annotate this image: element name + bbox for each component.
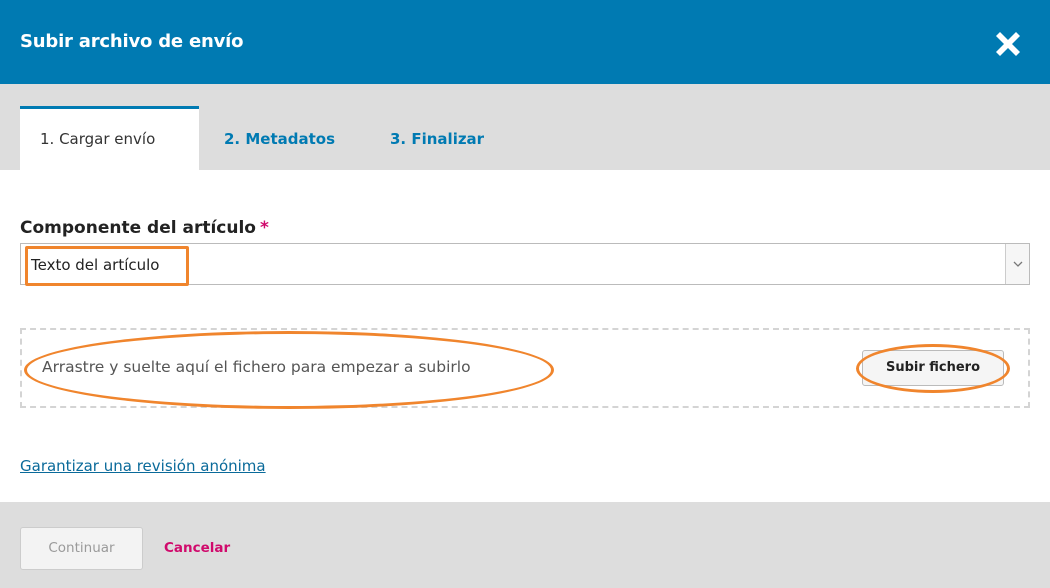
component-field-label: Componente del artículo * (20, 218, 269, 238)
continue-button[interactable]: Continuar (20, 527, 143, 570)
modal-title: Subir archivo de envío (20, 31, 244, 52)
tabs-bar: 1. Cargar envío 2. Metadatos 3. Finaliza… (0, 84, 1050, 170)
close-icon[interactable] (990, 26, 1026, 62)
component-select[interactable]: Texto del artículo (20, 243, 1030, 285)
chevron-down-icon[interactable] (1005, 244, 1029, 284)
cancel-link[interactable]: Cancelar (164, 540, 230, 556)
upload-file-button[interactable]: Subir fichero (862, 350, 1004, 386)
footer-bar (0, 502, 1050, 588)
tab-cargar-envio[interactable]: 1. Cargar envío (20, 106, 199, 170)
tab-metadatos[interactable]: 2. Metadatos (224, 106, 335, 170)
component-label-text: Componente del artículo (20, 218, 256, 238)
dropzone-text: Arrastre y suelte aquí el fichero para e… (42, 358, 471, 376)
tab-finalizar[interactable]: 3. Finalizar (390, 106, 484, 170)
required-marker: * (259, 218, 269, 238)
modal-header: Subir archivo de envío (0, 0, 1050, 84)
component-select-value: Texto del artículo (31, 256, 160, 274)
anonymous-review-link[interactable]: Garantizar una revisión anónima (20, 457, 266, 475)
